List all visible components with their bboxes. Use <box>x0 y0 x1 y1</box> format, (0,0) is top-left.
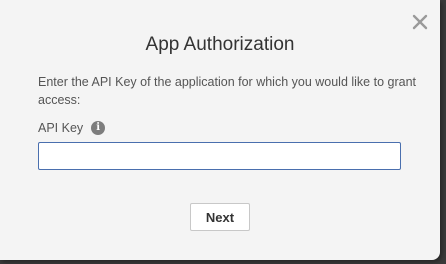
api-key-label-row: API Key i <box>38 119 106 137</box>
app-authorization-dialog: App Authorization Enter the API Key of t… <box>0 0 440 260</box>
dialog-description: Enter the API Key of the application for… <box>38 75 416 107</box>
api-key-label: API Key <box>38 121 84 135</box>
info-icon[interactable]: i <box>91 121 106 135</box>
next-button[interactable]: Next <box>190 203 250 231</box>
close-icon[interactable] <box>410 12 430 32</box>
dialog-title: App Authorization <box>145 34 295 55</box>
api-key-input[interactable] <box>38 142 401 170</box>
